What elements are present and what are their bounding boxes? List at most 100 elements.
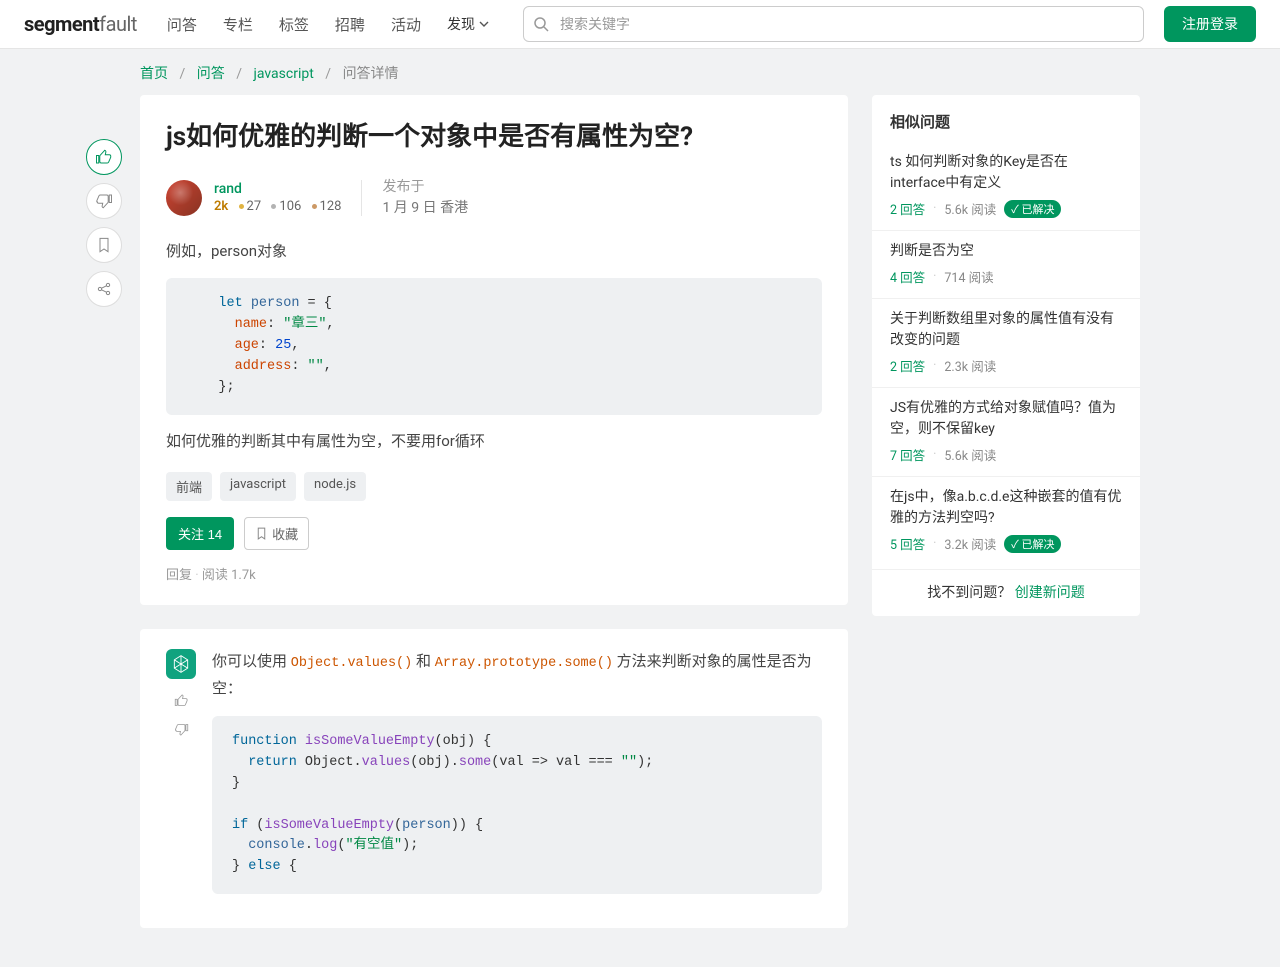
search-icon — [533, 16, 549, 32]
reads-count: 2.3k 阅读 — [944, 356, 996, 375]
create-question-link[interactable]: 创建新问题 — [1015, 585, 1085, 601]
silver-dot-icon — [271, 204, 276, 209]
upvote-button[interactable] — [86, 139, 122, 175]
answer-avatar — [166, 649, 196, 679]
logo-fault: fault — [99, 12, 137, 36]
sidebar-item-meta: 2 回答·2.3k 阅读 — [890, 356, 1122, 375]
sidebar-item-title[interactable]: 关于判断数组里对象的属性值有没有改变的问题 — [890, 309, 1122, 351]
sidebar-item-meta: 4 回答·714 阅读 — [890, 267, 1122, 286]
similar-questions: 相似问题 ts 如何判断对象的Key是否在interface中有定义2 回答·5… — [872, 95, 1140, 616]
favorite-button[interactable]: 收藏 — [244, 517, 309, 550]
nav-jobs[interactable]: 招聘 — [335, 14, 365, 35]
thumb-down-icon — [95, 192, 113, 210]
sidebar-footer: 找不到问题？ 创建新问题 — [872, 569, 1140, 602]
search-input[interactable] — [523, 6, 1144, 42]
answer-text: 你可以使用 Object.values() 和 Array.prototype.… — [212, 649, 822, 701]
sidebar-item-meta: 2 回答·5.6k 阅读✓ 已解决 — [890, 199, 1122, 218]
sidebar-item[interactable]: 关于判断数组里对象的属性值有没有改变的问题 2 回答·2.3k 阅读 — [872, 298, 1140, 387]
sidebar-item-title[interactable]: 判断是否为空 — [890, 241, 1122, 262]
author-name: rand — [214, 181, 341, 197]
sidebar-item-title[interactable]: ts 如何判断对象的Key是否在interface中有定义 — [890, 152, 1122, 194]
sidebar-title: 相似问题 — [872, 95, 1140, 142]
share-button[interactable] — [86, 271, 122, 307]
sidebar-item-meta: 5 回答·3.2k 阅读✓ 已解决 — [890, 534, 1122, 553]
openai-icon — [171, 654, 191, 674]
question-meta: rand 2k 27 106 128 发布于 1 月 9 日 香港 — [166, 177, 822, 219]
answer-downvote[interactable] — [174, 722, 189, 737]
breadcrumb-home[interactable]: 首页 — [140, 66, 168, 82]
bookmark-icon — [96, 237, 112, 253]
sidebar-list: ts 如何判断对象的Key是否在interface中有定义2 回答·5.6k 阅… — [872, 142, 1140, 565]
bronze-dot-icon — [312, 204, 317, 209]
answers-link[interactable]: 2 回答 — [890, 199, 925, 218]
reply-link[interactable]: 回复 — [166, 568, 192, 583]
silver-count: 106 — [279, 199, 301, 214]
nav-tags[interactable]: 标签 — [279, 14, 309, 35]
top-nav: 问答 专栏 标签 招聘 活动 发现 — [167, 14, 489, 35]
nav-events[interactable]: 活动 — [391, 14, 421, 35]
reads-count: 3.2k 阅读 — [944, 534, 996, 553]
follow-button[interactable]: 关注 14 — [166, 517, 234, 550]
solved-badge: ✓ 已解决 — [1004, 200, 1061, 218]
logo[interactable]: segmentfault — [24, 12, 137, 36]
sidebar-item-meta: 7 回答·5.6k 阅读 — [890, 445, 1122, 464]
body-before: 例如，person对象 — [166, 239, 822, 265]
question-body: 例如，person对象 let person = { name: "章三", a… — [166, 239, 822, 455]
mini-stats: 回复 · 阅读 1.7k — [166, 564, 822, 583]
logo-seg: segment — [24, 12, 99, 36]
sidebar-item[interactable]: ts 如何判断对象的Key是否在interface中有定义2 回答·5.6k 阅… — [872, 142, 1140, 230]
author-stats: 2k 27 106 128 — [214, 199, 341, 214]
nav-qa[interactable]: 问答 — [167, 14, 197, 35]
inline-code: Array.prototype.some() — [435, 656, 613, 671]
thumb-up-icon — [174, 693, 189, 708]
bookmark-icon — [255, 527, 268, 540]
t: 你可以使用 — [212, 652, 291, 670]
breadcrumb-tag[interactable]: javascript — [254, 66, 314, 82]
tag[interactable]: javascript — [220, 472, 296, 501]
tag[interactable]: 前端 — [166, 472, 212, 501]
main-content: js如何优雅的判断一个对象中是否有属性为空? rand 2k 27 106 12… — [140, 95, 848, 928]
bronze-count: 128 — [320, 199, 342, 214]
gold-dot-icon — [239, 204, 244, 209]
answers-link[interactable]: 7 回答 — [890, 445, 925, 464]
question-title: js如何优雅的判断一个对象中是否有属性为空? — [166, 121, 822, 155]
footer-text: 找不到问题？ — [927, 585, 1011, 601]
breadcrumb-qa[interactable]: 问答 — [197, 66, 225, 82]
tag[interactable]: node.js — [304, 472, 366, 501]
action-row: 关注 14 收藏 — [166, 517, 822, 550]
thumb-up-icon — [95, 148, 113, 166]
author-block[interactable]: rand 2k 27 106 128 — [166, 180, 362, 216]
answers-link[interactable]: 5 回答 — [890, 534, 925, 553]
sidebar-item[interactable]: 判断是否为空 4 回答·714 阅读 — [872, 230, 1140, 298]
header: segmentfault 问答 专栏 标签 招聘 活动 发现 注册登录 — [0, 0, 1280, 49]
breadcrumb: 首页 / 问答 / javascript / 问答详情 — [0, 49, 1280, 95]
question-card: js如何优雅的判断一个对象中是否有属性为空? rand 2k 27 106 12… — [140, 95, 848, 605]
t: 和 — [412, 652, 434, 670]
answers-link[interactable]: 2 回答 — [890, 356, 925, 375]
nav-discover[interactable]: 发现 — [447, 14, 489, 34]
reads-count: 5.6k 阅读 — [944, 199, 996, 218]
answers-link[interactable]: 4 回答 — [890, 267, 925, 286]
answer-upvote[interactable] — [174, 693, 189, 708]
answer-body: 你可以使用 Object.values() 和 Array.prototype.… — [212, 649, 822, 908]
bookmark-button[interactable] — [86, 227, 122, 263]
login-register-button[interactable]: 注册登录 — [1164, 6, 1256, 42]
gold-count: 27 — [247, 199, 262, 214]
solved-badge: ✓ 已解决 — [1004, 535, 1061, 553]
reads-count: 5.6k 阅读 — [944, 445, 996, 464]
breadcrumb-current: 问答详情 — [343, 66, 399, 82]
inline-code: Object.values() — [291, 656, 413, 671]
share-icon — [96, 281, 112, 297]
sidebar-item-title[interactable]: JS有优雅的方式给对象赋值吗？值为空，则不保留key — [890, 398, 1122, 440]
views-count: 阅读 1.7k — [202, 568, 256, 583]
nav-column[interactable]: 专栏 — [223, 14, 253, 35]
sidebar-item-title[interactable]: 在js中，像a.b.c.d.e这种嵌套的值有优雅的方法判空吗? — [890, 487, 1122, 529]
thumb-down-icon — [174, 722, 189, 737]
code-block: let person = { name: "章三", age: 25, addr… — [166, 278, 822, 415]
downvote-button[interactable] — [86, 183, 122, 219]
sidebar-item[interactable]: 在js中，像a.b.c.d.e这种嵌套的值有优雅的方法判空吗?5 回答·3.2k… — [872, 476, 1140, 565]
body-after: 如何优雅的判断其中有属性为空，不要用for循环 — [166, 429, 822, 455]
reads-count: 714 阅读 — [944, 267, 993, 286]
favorite-label: 收藏 — [272, 524, 298, 543]
sidebar-item[interactable]: JS有优雅的方式给对象赋值吗？值为空，则不保留key 7 回答·5.6k 阅读 — [872, 387, 1140, 476]
